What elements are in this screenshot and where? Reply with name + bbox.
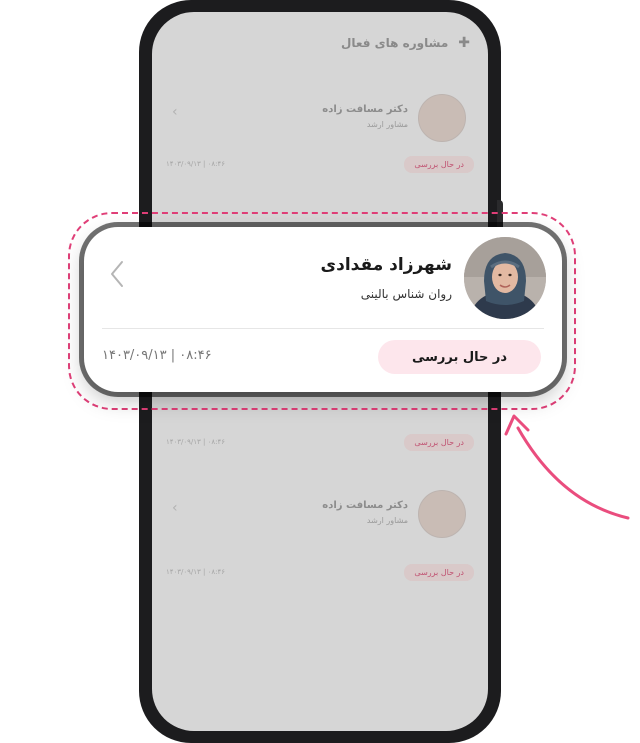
screen-title: مشاوره های فعال (340, 36, 449, 50)
doctor-role: مشاور ارشد (366, 120, 408, 129)
doctor-name: دکتر مسافت زاده (322, 104, 408, 115)
consultation-card[interactable]: دکتر مسافت زاده مشاور ارشد ‹ در حال بررس… (152, 490, 488, 605)
consultation-card[interactable]: دکتر مسافت زاده مشاور ارشد ‹ در حال بررس… (152, 94, 488, 209)
screen-header: مشاوره های فعال ✚ (152, 12, 488, 74)
avatar (418, 490, 466, 538)
status-badge: در حال بررسی (404, 564, 474, 581)
avatar (464, 237, 546, 319)
consultation-card-highlighted[interactable]: شهرزاد مقدادی روان شناس بالینی در حال بر… (84, 227, 562, 392)
chevron-left-icon[interactable]: ‹ (172, 104, 178, 120)
consultation-datetime: ۱۴۰۳/۰۹/۱۳ | ۰۸:۴۶ (166, 438, 226, 446)
doctor-role: مشاور ارشد (366, 516, 408, 525)
doctor-name: دکتر مسافت زاده (322, 500, 408, 511)
plus-icon[interactable]: ✚ (458, 35, 470, 51)
chevron-left-icon[interactable]: ‹ (172, 500, 178, 516)
status-badge: در حال بررسی (404, 434, 474, 451)
consultation-datetime: ۱۴۰۳/۰۹/۱۳ | ۰۸:۴۶ (102, 348, 212, 363)
consultation-datetime: ۱۴۰۳/۰۹/۱۳ | ۰۸:۴۶ (166, 568, 226, 576)
avatar (418, 94, 466, 142)
consultant-name: شهرزاد مقدادی (320, 255, 452, 275)
consultant-role: روان شناس بالینی (360, 287, 452, 301)
status-badge: در حال بررسی (378, 340, 541, 374)
consultation-datetime: ۱۴۰۳/۰۹/۱۳ | ۰۸:۴۶ (166, 160, 226, 168)
chevron-left-icon[interactable] (108, 259, 126, 289)
curved-arrow-icon (504, 414, 630, 520)
divider (102, 328, 544, 329)
status-badge: در حال بررسی (404, 156, 474, 173)
